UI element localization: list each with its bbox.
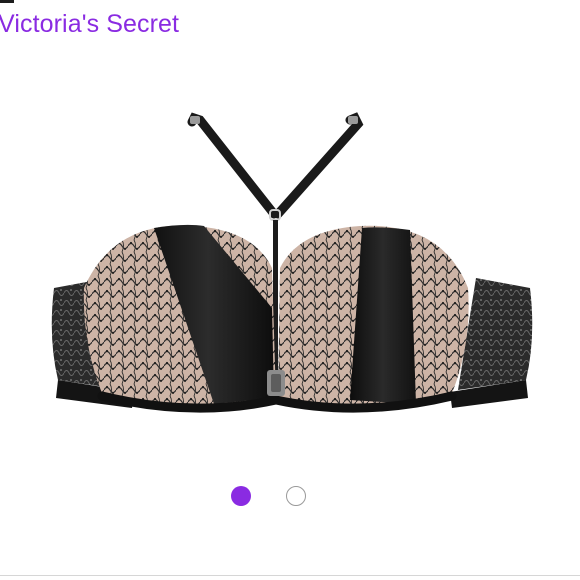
carousel-dot-1[interactable] [231, 486, 251, 506]
image-carousel-dots [0, 484, 580, 508]
top-edge-mark [0, 0, 14, 3]
listing-viewer: Victoria's Secret [0, 0, 580, 580]
brand-link[interactable]: Victoria's Secret [0, 10, 179, 39]
carousel-dot-2[interactable] [286, 486, 306, 506]
divider [0, 575, 580, 576]
product-image[interactable] [44, 108, 540, 444]
